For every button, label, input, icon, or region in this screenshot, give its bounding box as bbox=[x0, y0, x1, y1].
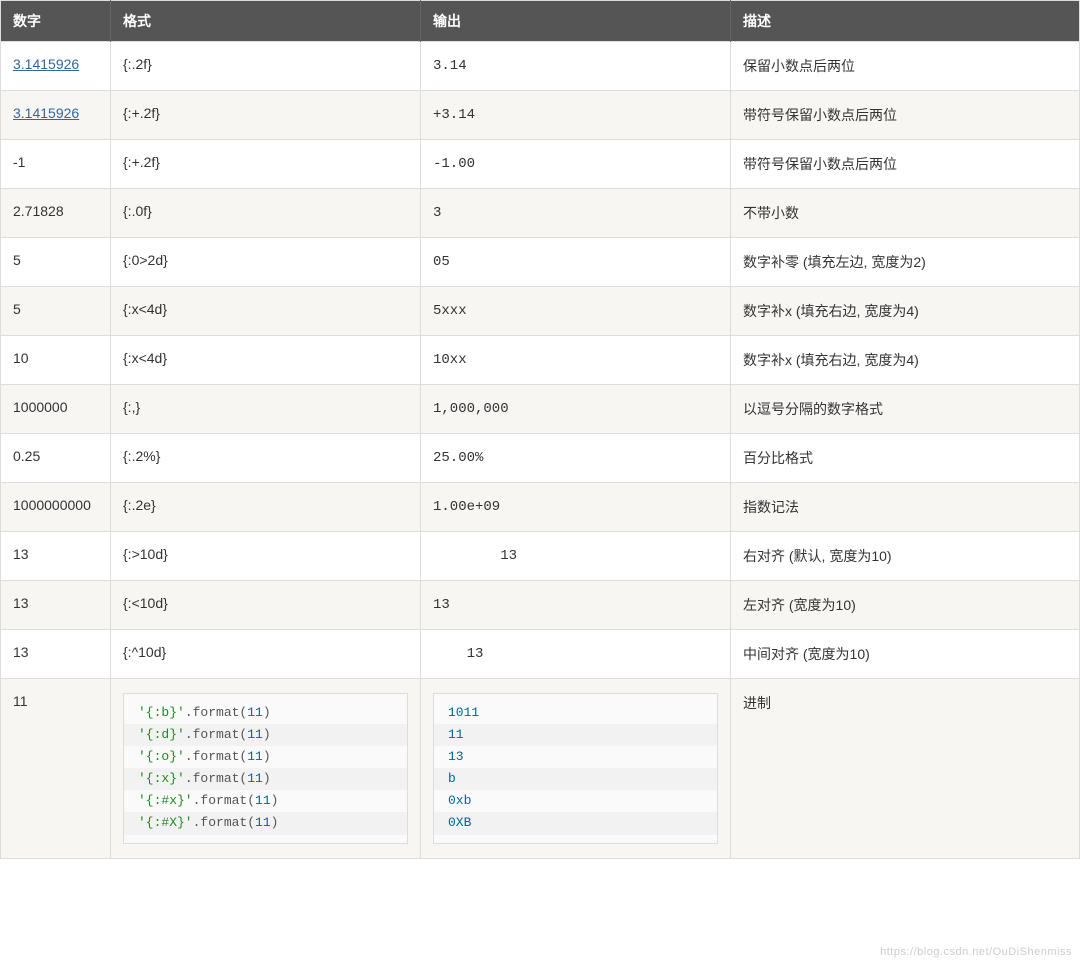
cell-format: {:>10d} bbox=[111, 532, 421, 581]
cell-number: 10 bbox=[1, 336, 111, 385]
table-row-code: 11'{:b}'.format(11)'{:d}'.format(11)'{:o… bbox=[1, 679, 1080, 859]
cell-format: {:.2e} bbox=[111, 483, 421, 532]
cell-description: 不带小数 bbox=[731, 189, 1080, 238]
table-body: 3.1415926 {:.2f}3.14保留小数点后两位 3.1415926 {:+.… bbox=[1, 42, 1080, 859]
code-line: b bbox=[434, 768, 717, 790]
cell-output: 13 bbox=[421, 630, 731, 679]
cell-output: 25.00% bbox=[421, 434, 731, 483]
cell-description: 数字补x (填充右边, 宽度为4) bbox=[731, 336, 1080, 385]
cell-number: 13 bbox=[1, 581, 111, 630]
table-row: 5{:0>2d}05数字补零 (填充左边, 宽度为2) bbox=[1, 238, 1080, 287]
cell-description: 进制 bbox=[731, 679, 1080, 859]
cell-description: 以逗号分隔的数字格式 bbox=[731, 385, 1080, 434]
code-line: '{:b}'.format(11) bbox=[124, 702, 407, 724]
cell-description: 数字补x (填充右边, 宽度为4) bbox=[731, 287, 1080, 336]
cell-format: {:+.2f} bbox=[111, 140, 421, 189]
table-row: 5{:x<4d}5xxx数字补x (填充右边, 宽度为4) bbox=[1, 287, 1080, 336]
cell-number: 5 bbox=[1, 238, 111, 287]
cell-output: 3.14 bbox=[421, 42, 731, 91]
code-line: '{:d}'.format(11) bbox=[124, 724, 407, 746]
output-code-block: 10111113b0xb0XB bbox=[433, 693, 718, 844]
cell-output: 1.00e+09 bbox=[421, 483, 731, 532]
cell-output: 13 bbox=[421, 532, 731, 581]
cell-description: 指数记法 bbox=[731, 483, 1080, 532]
code-line: 1011 bbox=[434, 702, 717, 724]
cell-number: 1000000 bbox=[1, 385, 111, 434]
cell-number: 0.25 bbox=[1, 434, 111, 483]
cell-description: 带符号保留小数点后两位 bbox=[731, 91, 1080, 140]
header-output: 输出 bbox=[421, 1, 731, 42]
table-row: 3.1415926 {:+.2f}+3.14带符号保留小数点后两位 bbox=[1, 91, 1080, 140]
table-row: 10{:x<4d}10xx数字补x (填充右边, 宽度为4) bbox=[1, 336, 1080, 385]
cell-output: +3.14 bbox=[421, 91, 731, 140]
cell-format: {:.2f} bbox=[111, 42, 421, 91]
cell-output: 10xx bbox=[421, 336, 731, 385]
cell-format: {:x<4d} bbox=[111, 287, 421, 336]
cell-output: -1.00 bbox=[421, 140, 731, 189]
cell-format: {:.2%} bbox=[111, 434, 421, 483]
table-row: 1000000{:,}1,000,000以逗号分隔的数字格式 bbox=[1, 385, 1080, 434]
table-row: 3.1415926 {:.2f}3.14保留小数点后两位 bbox=[1, 42, 1080, 91]
cell-number: 3.1415926 bbox=[1, 42, 111, 91]
cell-number: 5 bbox=[1, 287, 111, 336]
cell-format: {:,} bbox=[111, 385, 421, 434]
cell-output: 13 bbox=[421, 581, 731, 630]
cell-format: {:0>2d} bbox=[111, 238, 421, 287]
cell-output-code: 10111113b0xb0XB bbox=[421, 679, 731, 859]
code-line: '{:x}'.format(11) bbox=[124, 768, 407, 790]
cell-description: 数字补零 (填充左边, 宽度为2) bbox=[731, 238, 1080, 287]
cell-format: {:<10d} bbox=[111, 581, 421, 630]
cell-number: 3.1415926 bbox=[1, 91, 111, 140]
code-line: 0xb bbox=[434, 790, 717, 812]
table-header-row: 数字 格式 输出 描述 bbox=[1, 1, 1080, 42]
table-row: 13{:^10d} 13中间对齐 (宽度为10) bbox=[1, 630, 1080, 679]
table-row: 0.25{:.2%}25.00%百分比格式 bbox=[1, 434, 1080, 483]
table-row: -1{:+.2f}-1.00带符号保留小数点后两位 bbox=[1, 140, 1080, 189]
format-code-block: '{:b}'.format(11)'{:d}'.format(11)'{:o}'… bbox=[123, 693, 408, 844]
cell-number: 13 bbox=[1, 630, 111, 679]
header-description: 描述 bbox=[731, 1, 1080, 42]
format-table: 数字 格式 输出 描述 3.1415926{:.2f}3.14保留小数点后两位3… bbox=[0, 0, 1080, 859]
cell-description: 百分比格式 bbox=[731, 434, 1080, 483]
cell-number: 13 bbox=[1, 532, 111, 581]
code-line: '{:o}'.format(11) bbox=[124, 746, 407, 768]
cell-output: 3 bbox=[421, 189, 731, 238]
header-number: 数字 bbox=[1, 1, 111, 42]
cell-description: 右对齐 (默认, 宽度为10) bbox=[731, 532, 1080, 581]
code-line: 0XB bbox=[434, 812, 717, 834]
cell-description: 带符号保留小数点后两位 bbox=[731, 140, 1080, 189]
code-line: 11 bbox=[434, 724, 717, 746]
cell-description: 中间对齐 (宽度为10) bbox=[731, 630, 1080, 679]
cell-number: 11 bbox=[1, 679, 111, 859]
cell-output: 05 bbox=[421, 238, 731, 287]
cell-format: {:x<4d} bbox=[111, 336, 421, 385]
cell-format: {:.0f} bbox=[111, 189, 421, 238]
cell-description: 保留小数点后两位 bbox=[731, 42, 1080, 91]
table-row: 13{:<10d}13左对齐 (宽度为10) bbox=[1, 581, 1080, 630]
table-row: 2.71828{:.0f}3不带小数 bbox=[1, 189, 1080, 238]
cell-output: 1,000,000 bbox=[421, 385, 731, 434]
cell-description: 左对齐 (宽度为10) bbox=[731, 581, 1080, 630]
cell-format-code: '{:b}'.format(11)'{:d}'.format(11)'{:o}'… bbox=[111, 679, 421, 859]
table-row: 1000000000{:.2e}1.00e+09指数记法 bbox=[1, 483, 1080, 532]
cell-format: {:^10d} bbox=[111, 630, 421, 679]
cell-number: -1 bbox=[1, 140, 111, 189]
code-line: '{:#X}'.format(11) bbox=[124, 812, 407, 834]
cell-number: 2.71828 bbox=[1, 189, 111, 238]
table-row: 13{:>10d} 13右对齐 (默认, 宽度为10) bbox=[1, 532, 1080, 581]
code-line: 13 bbox=[434, 746, 717, 768]
cell-format: {:+.2f} bbox=[111, 91, 421, 140]
number-link[interactable]: 3.1415926 bbox=[13, 105, 79, 121]
header-format: 格式 bbox=[111, 1, 421, 42]
watermark-text: https://blog.csdn.net/OuDiShenmiss bbox=[880, 946, 1072, 958]
code-line: '{:#x}'.format(11) bbox=[124, 790, 407, 812]
cell-output: 5xxx bbox=[421, 287, 731, 336]
cell-number: 1000000000 bbox=[1, 483, 111, 532]
number-link[interactable]: 3.1415926 bbox=[13, 56, 79, 72]
